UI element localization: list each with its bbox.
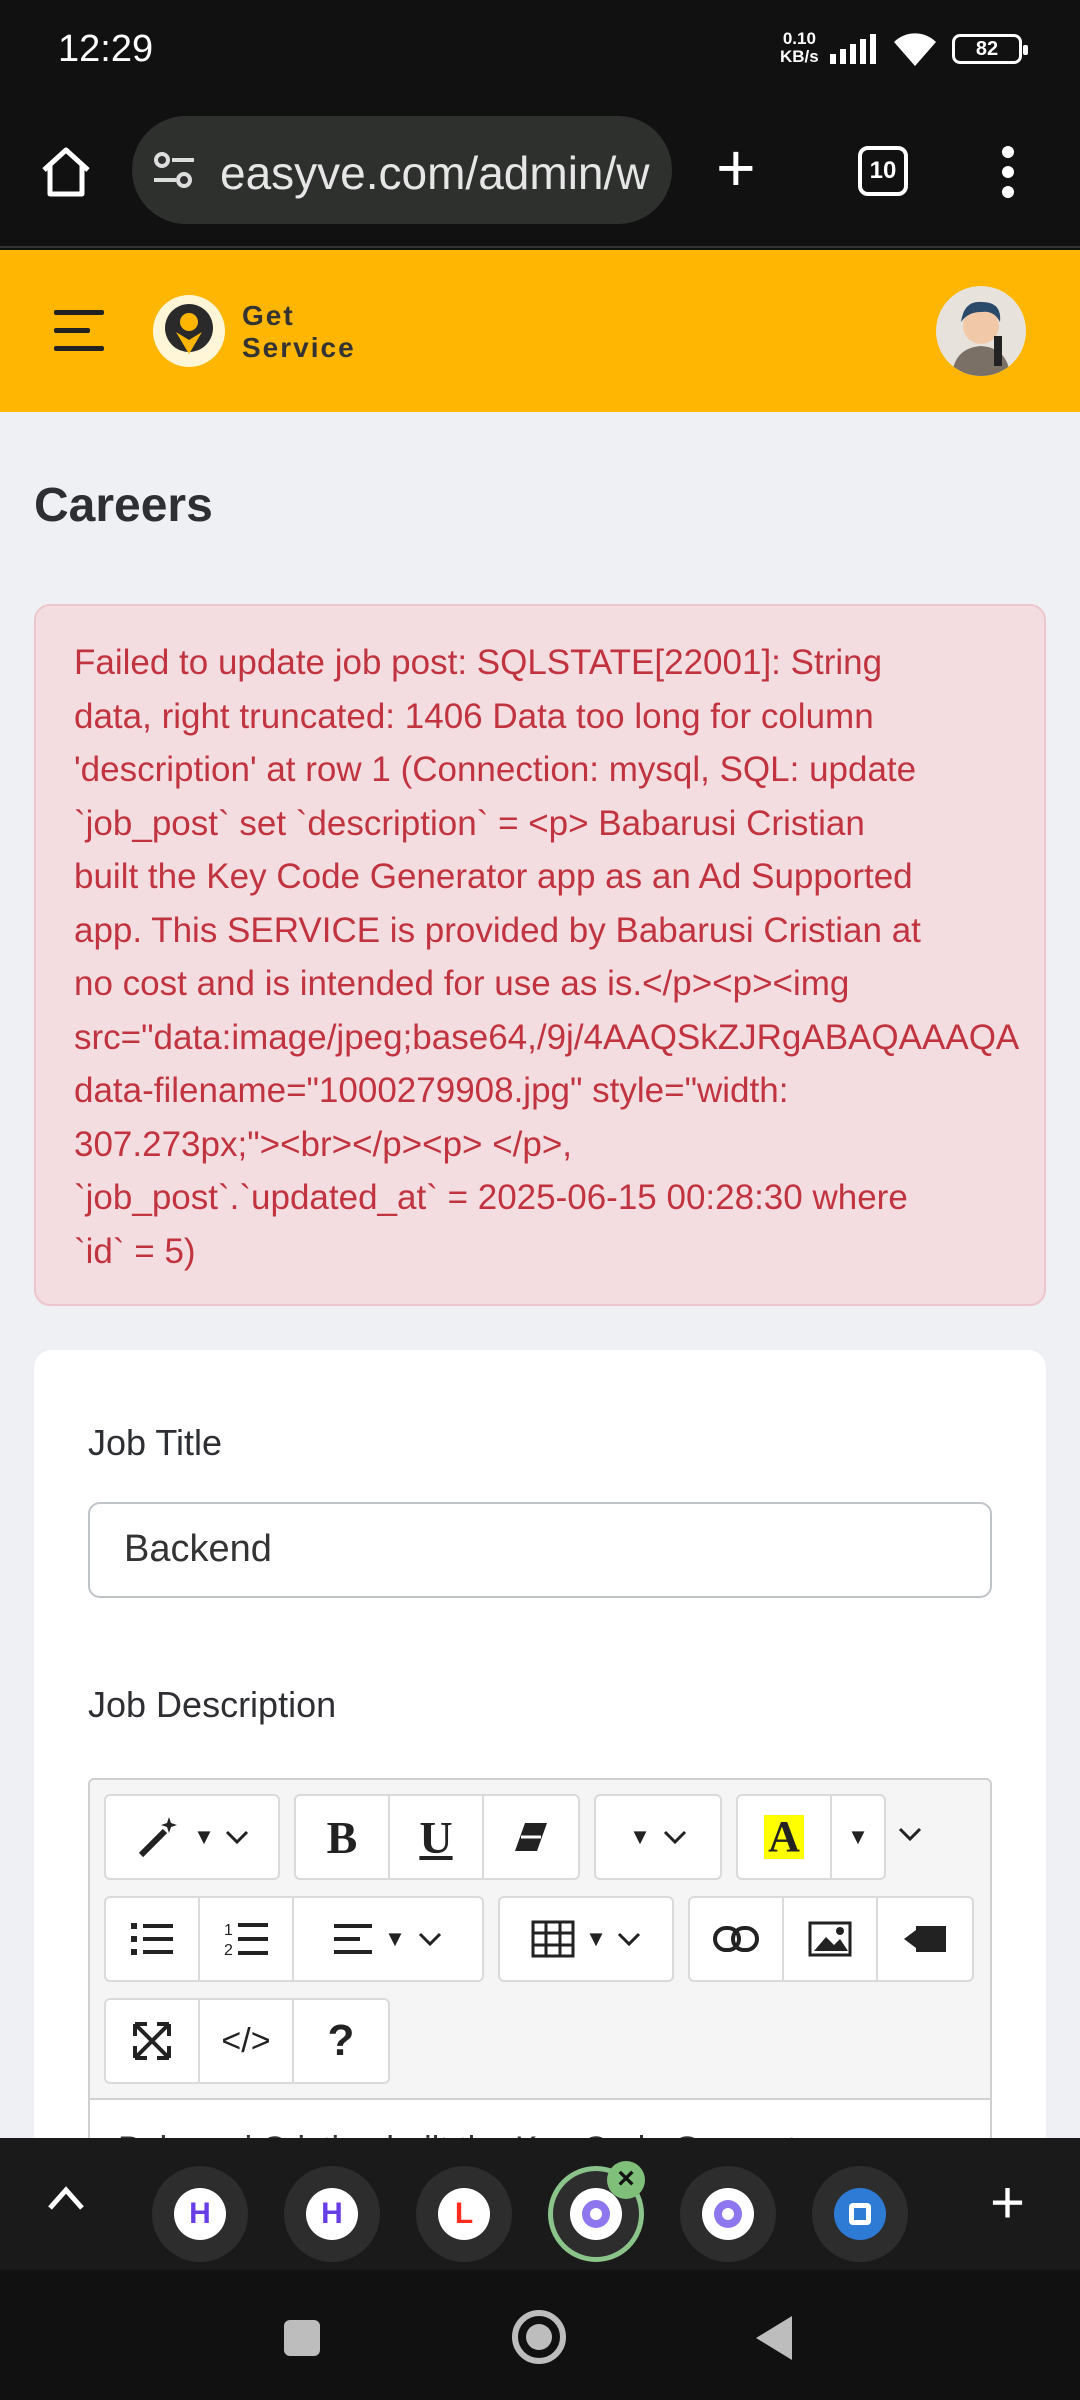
job-description-label: Job Description <box>88 1684 337 1725</box>
eraser-icon <box>515 1823 547 1851</box>
clear-format-button[interactable] <box>484 1796 578 1878</box>
align-dropdown-button[interactable]: ▼ <box>294 1898 482 1980</box>
svg-text:1: 1 <box>224 1922 233 1939</box>
battery-icon: 82 <box>952 34 1028 64</box>
job-title-label: Job Title <box>88 1422 223 1463</box>
table-group: ▼ <box>498 1896 674 1982</box>
tab-switcher-button[interactable]: 10 <box>858 146 908 196</box>
more-menu-icon[interactable] <box>1000 144 1016 200</box>
error-message: Failed to update job post: SQLSTATE[2200… <box>74 643 1020 1271</box>
menu-icon[interactable] <box>54 310 104 364</box>
tab-item[interactable] <box>812 2166 908 2262</box>
link-button[interactable] <box>690 1898 784 1980</box>
fullscreen-button[interactable] <box>106 2000 200 2082</box>
logo-text: Get Service <box>242 300 356 363</box>
underline-button[interactable]: U <box>390 1796 484 1878</box>
font-size-group: ▼ <box>594 1794 722 1880</box>
numbered-list-icon: 1 2 <box>224 1922 268 1959</box>
tab-item-active[interactable]: × <box>548 2161 645 2262</box>
network-speed: 0.10 KB/s <box>780 29 819 66</box>
avatar[interactable] <box>936 286 1026 376</box>
bullet-list-icon <box>131 1923 173 1955</box>
caret-down-icon: ▼ <box>193 1824 215 1849</box>
numbered-list-button[interactable]: 1 2 <box>200 1898 294 1980</box>
editor-text[interactable]: Babarusi Cristian built the Key Code Gen… <box>118 2130 938 2138</box>
tab-item[interactable]: H <box>284 2166 380 2262</box>
signal-icon <box>830 34 876 64</box>
chevron-down-icon <box>617 1932 640 1947</box>
job-form-card: Job Title Backend Job Description ▼ B U <box>34 1350 1046 2138</box>
add-tab-button[interactable]: + <box>990 2168 1025 2237</box>
format-group: B U <box>294 1794 580 1880</box>
recents-icon[interactable] <box>282 2318 322 2358</box>
video-icon <box>904 1926 946 1952</box>
error-alert: Failed to update job post: SQLSTATE[2200… <box>34 604 1046 1306</box>
color-dropdown-button[interactable]: ▼ <box>832 1796 884 1878</box>
align-left-icon <box>334 1924 373 1954</box>
style-dropdown-button[interactable]: ▼ <box>106 1796 278 1878</box>
tab-groups-strip: H H L × + <box>0 2138 1080 2270</box>
job-title-input[interactable]: Backend <box>88 1502 992 1598</box>
insert-group <box>688 1896 974 1982</box>
table-icon <box>531 1920 575 1958</box>
clock: 12:29 <box>58 28 154 70</box>
app-header: Get Service <box>0 250 1080 412</box>
back-icon[interactable] <box>752 2314 794 2362</box>
new-tab-button[interactable]: + <box>716 134 756 202</box>
caret-down-icon: ▼ <box>585 1926 607 1951</box>
chevron-up-icon[interactable] <box>46 2184 86 2212</box>
magic-wand-icon <box>138 1817 178 1858</box>
link-icon <box>713 1926 759 1952</box>
help-button[interactable]: ? <box>294 2000 388 2082</box>
url-text[interactable]: easyve.com/admin/w <box>220 146 660 200</box>
tab-item[interactable]: H <box>152 2166 248 2262</box>
app-icon <box>834 2188 886 2240</box>
chevron-down-icon <box>225 1830 248 1845</box>
font-size-dropdown[interactable]: ▼ <box>596 1796 720 1878</box>
address-bar[interactable]: easyve.com/admin/w <box>132 116 672 224</box>
image-icon <box>808 1921 852 1957</box>
site-settings-icon[interactable] <box>152 150 196 190</box>
hostinger-icon: H <box>174 2188 226 2240</box>
code-view-button[interactable]: </> <box>200 2000 294 2082</box>
laravel-icon: L <box>438 2188 490 2240</box>
bold-button[interactable]: B <box>296 1796 390 1878</box>
font-color-button[interactable]: A <box>738 1796 832 1878</box>
editor-content[interactable]: Babarusi Cristian built the Key Code Gen… <box>90 2098 990 2138</box>
chevron-down-icon <box>418 1932 441 1947</box>
logo-icon <box>153 295 225 367</box>
view-group: </> ? <box>104 1998 390 2084</box>
user-avatar-icon <box>952 301 1010 376</box>
swirl-icon <box>702 2188 754 2240</box>
browser-toolbar: easyve.com/admin/w + 10 <box>0 100 1080 248</box>
main-content: Careers Failed to update job post: SQLST… <box>0 412 1080 2138</box>
style-group: ▼ <box>104 1794 280 1880</box>
chevron-down-icon[interactable] <box>898 1826 922 1842</box>
rich-text-editor: ▼ B U ▼ A ▼ 1 2 ▼ ▼ </> ? <box>88 1778 992 2138</box>
tab-item[interactable] <box>680 2166 776 2262</box>
tab-item[interactable]: L <box>416 2166 512 2262</box>
home-nav-icon[interactable] <box>510 2308 568 2366</box>
hostinger-icon: H <box>306 2188 358 2240</box>
color-group: A ▼ <box>736 1794 886 1880</box>
image-button[interactable] <box>784 1898 878 1980</box>
caret-down-icon: ▼ <box>384 1926 406 1951</box>
bullet-list-button[interactable] <box>106 1898 200 1980</box>
close-tab-icon[interactable]: × <box>607 2161 645 2199</box>
video-button[interactable] <box>878 1898 972 1980</box>
swirl-icon <box>570 2188 622 2240</box>
list-group: 1 2 ▼ <box>104 1896 484 1982</box>
wifi-icon <box>894 33 936 66</box>
svg-text:2: 2 <box>224 1942 233 1959</box>
chevron-down-icon <box>663 1830 686 1845</box>
caret-down-icon: ▼ <box>629 1824 651 1849</box>
fullscreen-icon <box>133 2022 171 2060</box>
home-icon[interactable] <box>38 144 94 200</box>
table-dropdown-button[interactable]: ▼ <box>500 1898 672 1980</box>
system-nav-bar <box>0 2270 1080 2400</box>
page-title: Careers <box>34 479 213 532</box>
status-bar: 12:29 0.10 KB/s 82 <box>0 0 1080 100</box>
